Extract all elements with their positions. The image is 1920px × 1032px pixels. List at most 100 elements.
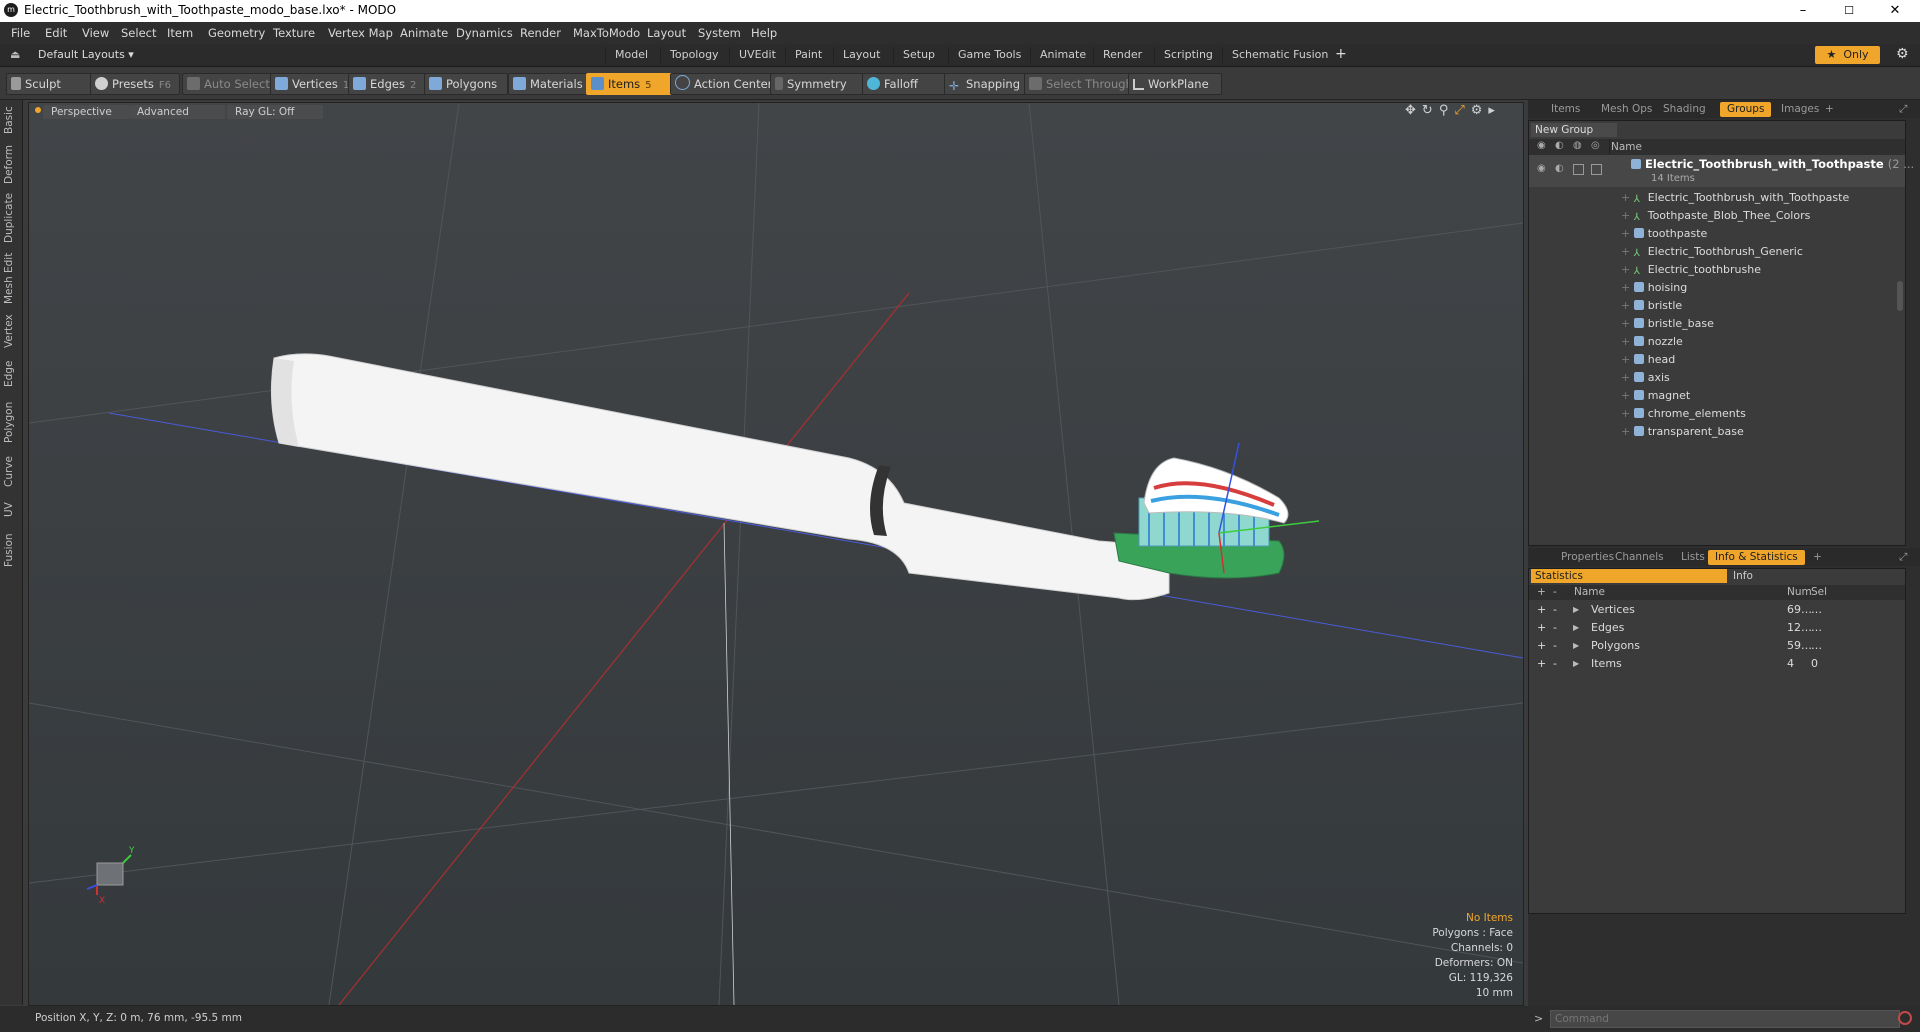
groups-scrollbar[interactable] — [1897, 281, 1903, 311]
vertices-button[interactable]: Vertices 1 — [270, 73, 354, 95]
edges-button[interactable]: Edges 2 — [348, 73, 430, 95]
group-select-checkbox[interactable] — [1591, 164, 1602, 175]
group-item-row[interactable]: + chrome_elements — [1529, 405, 1905, 423]
vtab-deform[interactable]: Deform — [3, 144, 19, 184]
gear-icon[interactable]: ⚙ — [1896, 46, 1909, 62]
action-center-button[interactable]: Action Center — [670, 73, 774, 95]
tab-uvedit[interactable]: UVEdit — [729, 47, 785, 63]
expand-arrow-icon[interactable]: ▸ — [1488, 103, 1501, 118]
layout-selector[interactable]: Default Layouts ▾ — [38, 48, 134, 61]
tab-channels[interactable]: Channels — [1608, 550, 1671, 565]
zoom-view-icon[interactable]: ⚲ — [1439, 103, 1455, 118]
rotate-view-icon[interactable]: ↻ — [1422, 103, 1439, 118]
stats-row-collapse[interactable]: - — [1553, 601, 1557, 619]
menu-file[interactable]: File — [11, 26, 30, 40]
group-item-row[interactable]: + bristle — [1529, 297, 1905, 315]
stats-row[interactable]: ▶ + - Edges 12…… — [1529, 619, 1905, 637]
eye-icon[interactable]: ◉ — [1537, 140, 1546, 151]
render-icon[interactable]: ◍ — [1573, 140, 1582, 151]
menu-render[interactable]: Render — [520, 26, 561, 40]
record-icon[interactable] — [1898, 1011, 1912, 1025]
auto-select-button[interactable]: Auto Select — [182, 73, 274, 95]
vtab-vertex[interactable]: Vertex — [3, 312, 19, 350]
group-item-row[interactable]: + ⅄ Electric_Toothbrush_Generic — [1529, 243, 1905, 261]
tab-groups[interactable]: Groups — [1720, 102, 1772, 117]
select-icon[interactable]: ◎ — [1591, 140, 1600, 151]
shading-dropdown[interactable]: Advanced — [129, 105, 225, 119]
group-lock-icon[interactable]: ◐ — [1555, 163, 1564, 174]
expand-toggle[interactable]: + — [1621, 191, 1634, 204]
tab-setup[interactable]: Setup — [893, 47, 944, 63]
view-mode-dropdown[interactable]: Perspective — [43, 105, 129, 119]
expand-toggle[interactable]: + — [1621, 281, 1634, 294]
stats-row[interactable]: ▶ + - Vertices 69…… — [1529, 601, 1905, 619]
maximize-button[interactable]: ☐ — [1826, 0, 1872, 22]
menu-maxtomodo[interactable]: MaxToModo — [573, 26, 640, 40]
stats-row-collapse[interactable]: - — [1553, 619, 1557, 637]
fit-view-icon[interactable]: ⤢ — [1454, 103, 1470, 118]
expand-stats-icon[interactable]: ⤢ — [1892, 550, 1914, 565]
expand-arrow-icon[interactable]: ▶ — [1573, 619, 1579, 637]
tab-scripting[interactable]: Scripting — [1154, 47, 1222, 63]
viewport-3d[interactable]: Y X Perspective Advanced Ray GL: Off ✥↻⚲… — [28, 102, 1524, 1006]
tab-topology[interactable]: Topology — [660, 47, 728, 63]
stats-row[interactable]: ▶ + - Items 4 0 — [1529, 655, 1905, 673]
group-item-row[interactable]: + ⅄ Electric_toothbrushe — [1529, 261, 1905, 279]
group-item-row[interactable]: + bristle_base — [1529, 315, 1905, 333]
items-button[interactable]: Items 5 — [586, 73, 674, 95]
expand-toggle[interactable]: + — [1621, 317, 1634, 330]
group-item-row[interactable]: + toothpaste — [1529, 225, 1905, 243]
stats-row-expand[interactable]: + — [1537, 619, 1546, 637]
snapping-button[interactable]: ✛ Snapping — [944, 73, 1032, 95]
group-item-row[interactable]: + axis — [1529, 369, 1905, 387]
group-item-row[interactable]: + nozzle — [1529, 333, 1905, 351]
tab-layout[interactable]: Layout — [833, 47, 889, 63]
menu-select[interactable]: Select — [121, 26, 156, 40]
tab-shading[interactable]: Shading — [1656, 102, 1713, 117]
vtab-uv[interactable]: UV — [3, 498, 19, 522]
group-item-row[interactable]: + magnet — [1529, 387, 1905, 405]
select-through-button[interactable]: Select Through — [1024, 73, 1133, 95]
lock-icon[interactable]: ◐ — [1555, 140, 1564, 151]
info-subtab[interactable]: Info — [1727, 569, 1903, 583]
menu-vertex-map[interactable]: Vertex Map — [328, 26, 393, 40]
expand-toggle[interactable]: + — [1621, 263, 1634, 276]
menu-animate[interactable]: Animate — [400, 26, 448, 40]
vtab-basic[interactable]: Basic — [3, 104, 19, 136]
stats-row-collapse[interactable]: - — [1553, 655, 1557, 673]
expand-toggle[interactable]: + — [1621, 209, 1634, 222]
statistics-subtab[interactable]: Statistics — [1531, 569, 1727, 583]
group-item-row[interactable]: + transparent_base — [1529, 423, 1905, 441]
viewport-menu-dot[interactable] — [35, 107, 41, 113]
raygl-dropdown[interactable]: Ray GL: Off — [227, 105, 323, 119]
menu-help[interactable]: Help — [751, 26, 777, 40]
symmetry-button[interactable]: Symmetry — [770, 73, 864, 95]
group-row[interactable]: ◉ ◐ Electric_Toothbrush_with_Toothpaste … — [1529, 155, 1914, 187]
vtab-duplicate[interactable]: Duplicate — [3, 192, 19, 244]
layout-menu-icon[interactable]: ⏏ — [10, 48, 20, 61]
add-stats-tab[interactable]: + — [1806, 550, 1829, 565]
tab-schematic-fusion[interactable]: Schematic Fusion — [1222, 47, 1337, 63]
expand-toggle[interactable]: + — [1621, 389, 1634, 402]
tab-render[interactable]: Render — [1093, 47, 1151, 63]
stats-row-expand[interactable]: + — [1537, 637, 1546, 655]
add-tab-button[interactable]: + — [1335, 46, 1347, 62]
expand-toggle[interactable]: + — [1621, 245, 1634, 258]
menu-system[interactable]: System — [698, 26, 741, 40]
expand-panel-icon[interactable]: ⤢ — [1892, 102, 1914, 117]
group-item-row[interactable]: + ⅄ Toothpaste_Blob_Thee_Colors — [1529, 207, 1905, 225]
tab-mesh-ops[interactable]: Mesh Ops — [1594, 102, 1659, 117]
stats-row-collapse[interactable]: - — [1553, 637, 1557, 655]
expand-arrow-icon[interactable]: ▶ — [1573, 637, 1579, 655]
expand-toggle[interactable]: + — [1621, 371, 1634, 384]
tab-game-tools[interactable]: Game Tools — [948, 47, 1030, 63]
viewport-settings-icon[interactable]: ⚙ — [1471, 103, 1489, 118]
expand-toggle[interactable]: + — [1621, 353, 1634, 366]
polygons-button[interactable]: Polygons — [424, 73, 508, 95]
menu-layout[interactable]: Layout — [647, 26, 686, 40]
minimize-button[interactable]: – — [1780, 0, 1826, 22]
stats-row[interactable]: ▶ + - Polygons 59…… — [1529, 637, 1905, 655]
vtab-polygon[interactable]: Polygon — [3, 398, 19, 446]
menu-view[interactable]: View — [82, 26, 109, 40]
tab-model[interactable]: Model — [605, 47, 657, 63]
